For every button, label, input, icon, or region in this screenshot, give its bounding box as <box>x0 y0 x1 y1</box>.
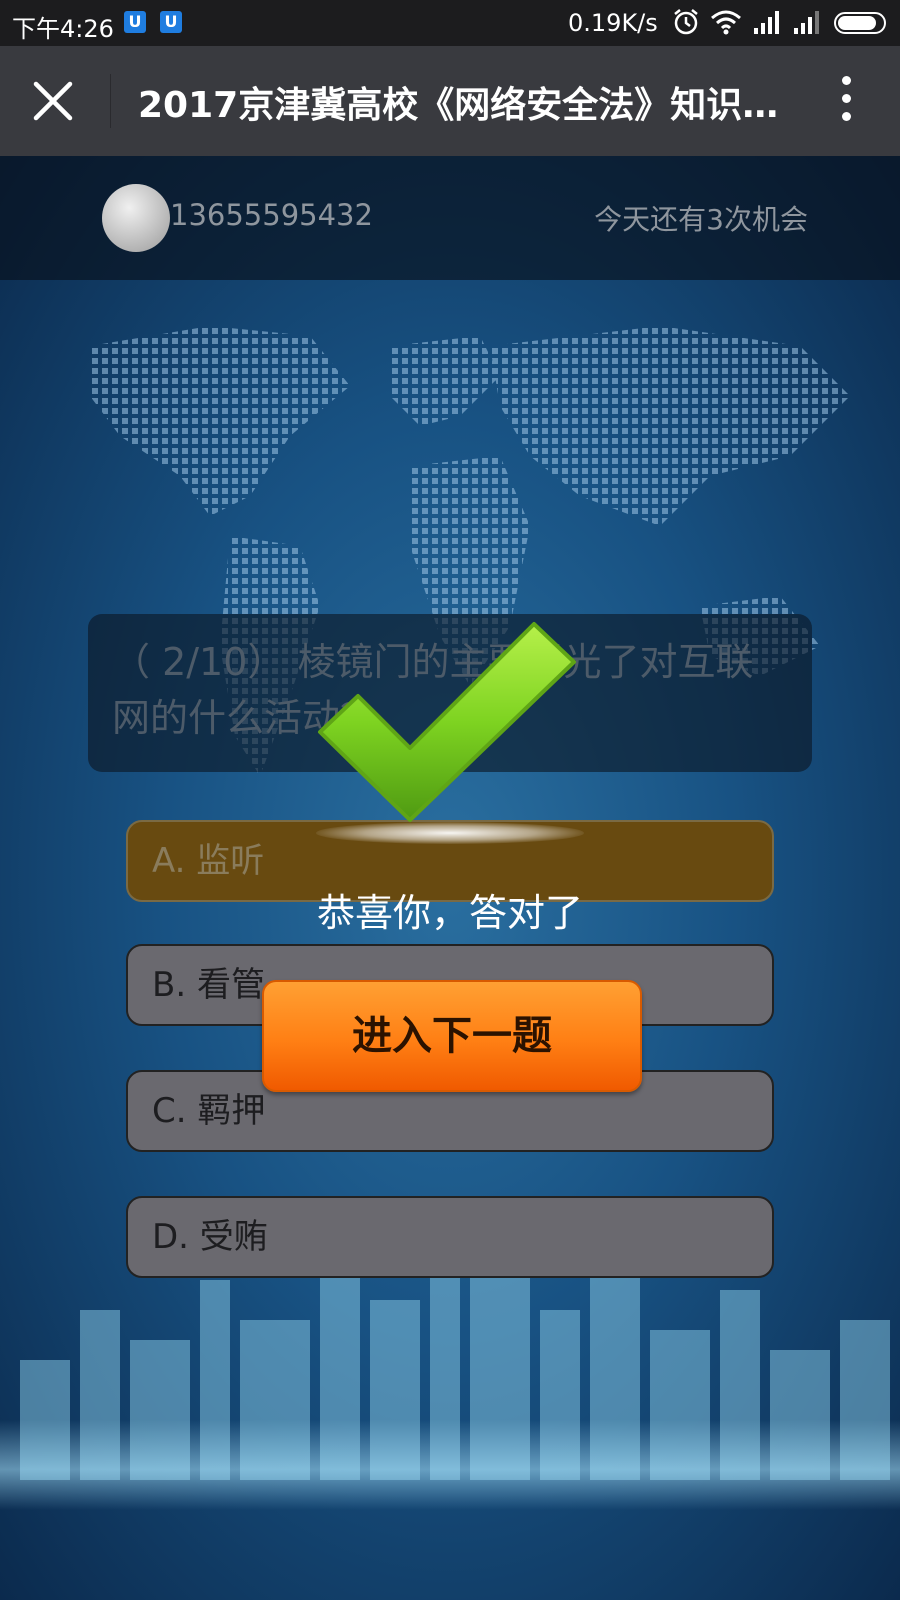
signal-icon <box>794 11 819 34</box>
title-divider <box>110 74 111 128</box>
wifi-icon <box>711 10 741 35</box>
option-d[interactable]: D. 受贿 <box>126 1196 774 1278</box>
close-icon[interactable] <box>28 76 78 126</box>
more-vertical-icon[interactable] <box>836 76 856 128</box>
horizon-glow <box>0 1420 900 1510</box>
signal-icon <box>754 11 779 34</box>
battery-icon <box>834 12 886 34</box>
result-message: 恭喜你，答对了 <box>316 891 583 935</box>
notification-icon: U <box>160 11 182 33</box>
title-bar: 2017京津冀高校《网络安全法》知识竞赛 <box>0 46 900 156</box>
checkmark-reflection <box>316 822 584 844</box>
alarm-icon <box>674 9 698 35</box>
next-question-button[interactable]: 进入下一题 <box>262 980 642 1092</box>
status-bar: 下午4:26 U U 0.19K/s <box>0 0 900 46</box>
user-phone: 13655595432 <box>170 198 373 232</box>
quiz-page: 13655595432 今天还有3次机会 （ 2/10） 棱镜门的主要曝光了对互… <box>0 156 900 1600</box>
avatar <box>102 184 170 252</box>
remaining-chances: 今天还有3次机会 <box>594 203 808 236</box>
network-speed: 0.19K/s <box>568 9 658 37</box>
notification-icon: U <box>124 11 146 33</box>
status-time: 下午4:26 <box>12 15 114 43</box>
page-title: 2017京津冀高校《网络安全法》知识竞赛 <box>138 85 788 126</box>
user-info-bar: 13655595432 今天还有3次机会 <box>0 156 900 280</box>
checkmark-icon <box>318 622 576 822</box>
